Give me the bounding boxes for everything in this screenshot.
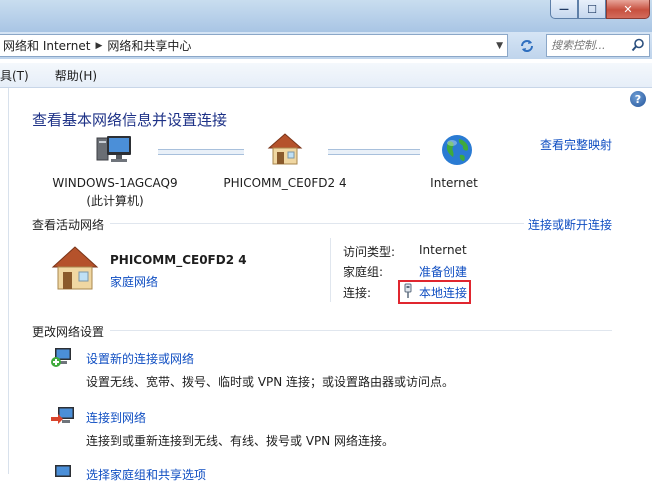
section-divider (110, 330, 612, 331)
refresh-button[interactable] (513, 36, 541, 56)
network-node-name: PHICOMM_CE0FD2 4 (223, 176, 347, 190)
connect-disconnect-link[interactable]: 连接或断开连接 (528, 216, 612, 233)
title-bar: — ☐ ✕ (0, 0, 652, 32)
active-networks-label: 查看活动网络 (32, 218, 105, 232)
access-type-value: Internet (419, 243, 467, 257)
window-controls: — ☐ ✕ (550, 0, 650, 20)
help-icon[interactable]: ? (630, 91, 646, 107)
new-connection-icon (51, 348, 71, 367)
search-input[interactable] (551, 38, 625, 53)
minimize-icon: — (559, 3, 569, 15)
change-settings-label: 更改网络设置 (32, 325, 105, 339)
access-type-label: 访问类型: (343, 245, 396, 259)
network-type-link[interactable]: 家庭网络 (110, 273, 158, 290)
breadcrumb-sharing-center[interactable]: 网络和共享中心 (104, 37, 194, 54)
address-dropdown-icon[interactable]: ▼ (496, 41, 503, 51)
breadcrumb-network-internet[interactable]: 网络和 Internet (0, 37, 93, 54)
minimize-button[interactable]: — (550, 0, 578, 19)
homegroup-sharing-link[interactable]: 选择家庭组和共享选项 (86, 466, 206, 483)
homegroup-link[interactable]: 准备创建 (419, 263, 467, 280)
close-icon: ✕ (623, 2, 633, 16)
page-title: 查看基本网络信息并设置连接 (32, 111, 228, 129)
connections-label: 连接: (343, 286, 372, 300)
computer-sub: (此计算机) (86, 194, 144, 208)
internet-globe-icon[interactable] (440, 133, 474, 167)
highlight-box (398, 280, 471, 304)
connect-to-network-desc: 连接到或重新连接到无线、有线、拨号或 VPN 网络连接。 (86, 434, 395, 448)
search-box[interactable] (546, 34, 650, 57)
computer-name: WINDOWS-1AGCAQ9 (52, 176, 178, 190)
menu-help[interactable]: 帮助(H) (49, 67, 103, 84)
maximize-button[interactable]: ☐ (578, 0, 606, 19)
internet-node-name: Internet (430, 176, 478, 190)
computer-node-label: WINDOWS-1AGCAQ9 (此计算机) (40, 176, 190, 209)
computer-icon (96, 136, 131, 162)
menu-bar: 具(T) 帮助(H) (0, 63, 652, 88)
setup-new-connection-link[interactable]: 设置新的连接或网络 (86, 350, 194, 367)
homegroup-options-icon (55, 465, 71, 477)
setup-new-connection-desc: 设置无线、宽带、拨号、临时或 VPN 连接；或设置路由器或访问点。 (86, 375, 455, 389)
network-node-label: PHICOMM_CE0FD2 4 (210, 176, 360, 190)
menu-tools[interactable]: 具(T) (0, 67, 35, 84)
refresh-icon (521, 40, 533, 52)
search-icon[interactable] (631, 38, 645, 52)
connect-to-network-link[interactable]: 连接到网络 (86, 409, 146, 426)
active-network-name: PHICOMM_CE0FD2 4 (110, 253, 247, 267)
section-divider (110, 223, 524, 224)
map-connector-line (328, 149, 420, 155)
view-full-map-link[interactable]: 查看完整映射 (540, 136, 612, 153)
address-toolbar: 网络和 Internet ▶ 网络和共享中心 ▼ (0, 32, 652, 59)
breadcrumb-arrow-icon[interactable]: ▶ (93, 41, 104, 51)
active-network-home-icon (51, 246, 99, 290)
internet-node-label: Internet (404, 176, 504, 190)
homegroup-label: 家庭组: (343, 265, 384, 279)
address-bar[interactable]: 网络和 Internet ▶ 网络和共享中心 ▼ (0, 34, 508, 57)
maximize-icon: ☐ (587, 2, 597, 16)
close-button[interactable]: ✕ (606, 0, 650, 19)
connect-network-icon (51, 407, 74, 424)
map-connector-line (158, 149, 244, 155)
details-divider (330, 238, 331, 302)
home-network-icon[interactable] (267, 132, 303, 166)
